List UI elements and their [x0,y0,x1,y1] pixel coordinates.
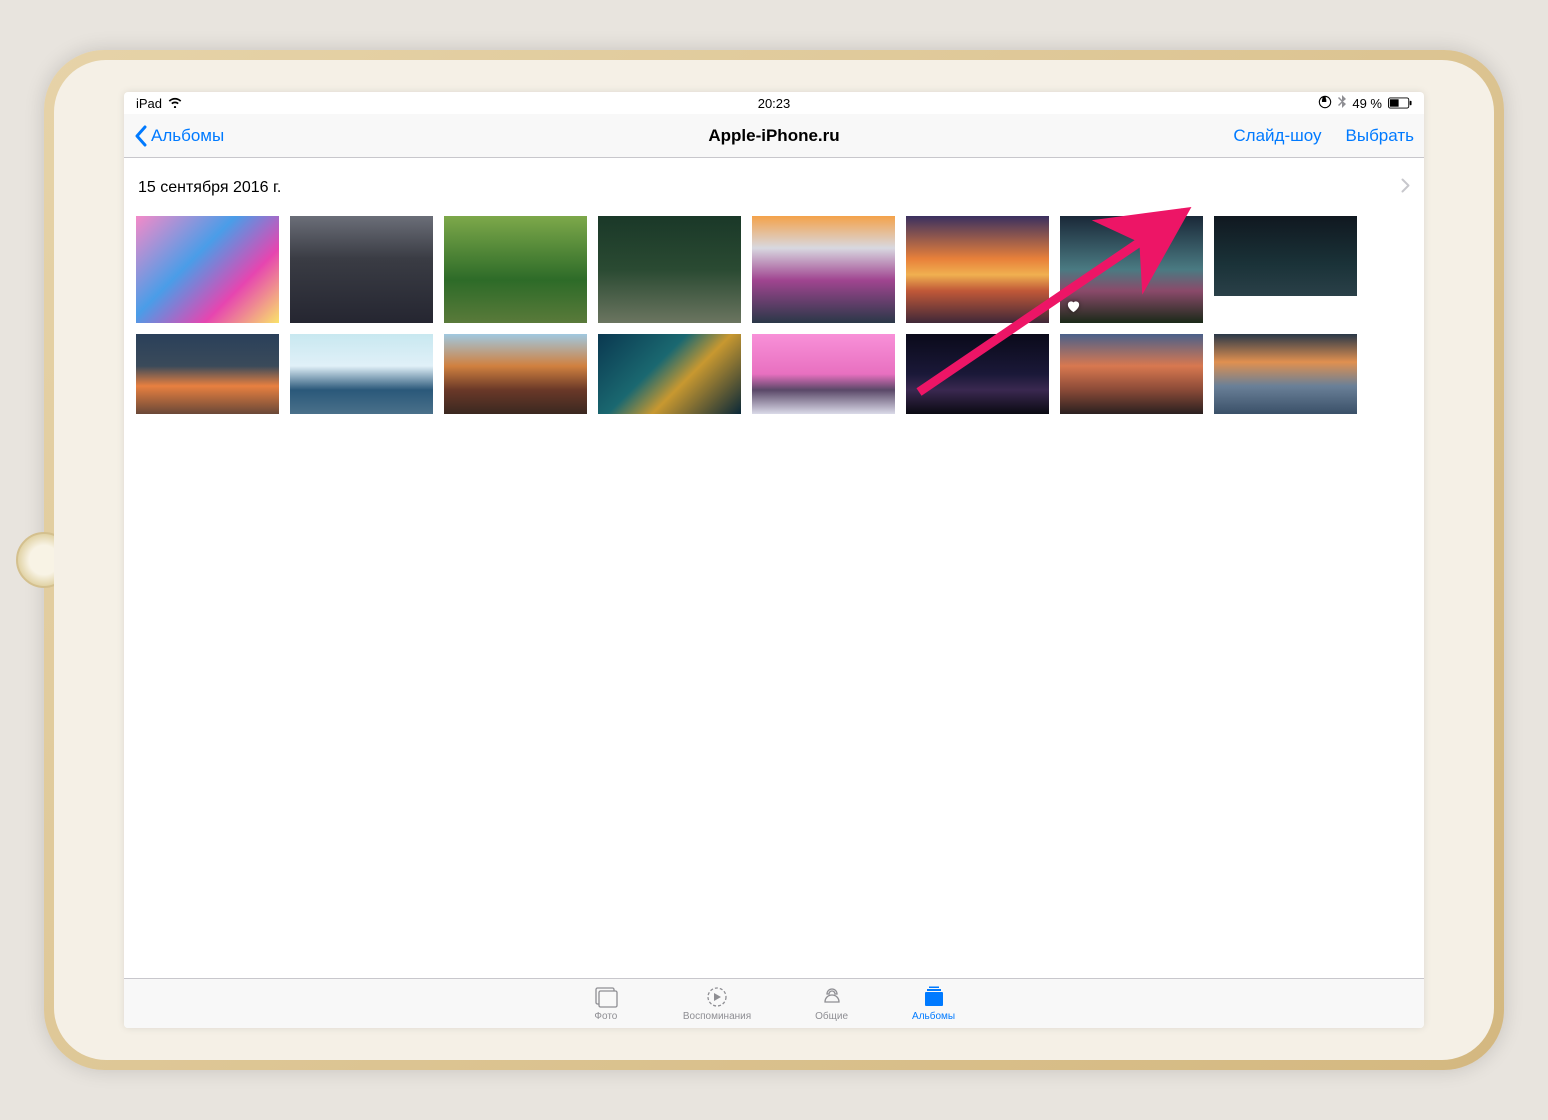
photo-thumbnail[interactable] [906,216,1049,323]
photo-grid [136,216,1412,414]
photo-thumbnail[interactable] [444,334,587,414]
photo-thumbnail[interactable] [906,334,1049,414]
clock: 20:23 [758,96,791,111]
tab-shared[interactable]: Общие [815,985,848,1022]
photo-thumbnail[interactable] [1214,216,1357,296]
photo-thumbnail[interactable] [598,216,741,323]
tab-memories[interactable]: Воспоминания [683,985,751,1022]
tab-label: Альбомы [912,1011,955,1022]
back-label: Альбомы [151,126,224,146]
select-button[interactable]: Выбрать [1346,126,1414,146]
content-area: 15 сентября 2016 г. [124,158,1424,978]
photo-thumbnail[interactable] [1060,334,1203,414]
tab-label: Воспоминания [683,1011,751,1022]
rotation-lock-icon [1318,95,1332,112]
favorite-icon [1066,299,1081,319]
photo-thumbnail[interactable] [136,216,279,323]
photo-thumbnail[interactable] [752,334,895,414]
tab-albums[interactable]: Альбомы [912,985,955,1022]
battery-icon [1388,97,1412,109]
back-button[interactable]: Альбомы [134,125,224,147]
section-date: 15 сентября 2016 г. [138,179,281,197]
photo-thumbnail[interactable] [290,216,433,323]
photo-thumbnail[interactable] [444,216,587,323]
battery-percent: 49 % [1352,96,1382,111]
status-bar: iPad 20:23 49 % [124,92,1424,114]
photo-thumbnail[interactable] [752,216,895,323]
photo-thumbnail[interactable] [1214,334,1357,414]
photo-thumbnail[interactable] [136,334,279,414]
section-header[interactable]: 15 сентября 2016 г. [136,178,1412,216]
chevron-right-icon [1401,178,1410,198]
slideshow-button[interactable]: Слайд-шоу [1233,126,1321,146]
tab-photos[interactable]: Фото [593,985,619,1022]
page-title: Apple-iPhone.ru [708,126,839,146]
photo-thumbnail[interactable] [598,334,741,414]
photo-thumbnail[interactable] [1060,216,1203,323]
wifi-icon [168,96,182,111]
ipad-frame: iPad 20:23 49 % [44,50,1504,1070]
bluetooth-icon [1338,95,1346,111]
screen: iPad 20:23 49 % [124,92,1424,1028]
tab-bar: Фото Воспоминания Общие Альбомы [124,978,1424,1028]
device-label: iPad [136,96,162,111]
photo-thumbnail[interactable] [290,334,433,414]
navigation-bar: Альбомы Apple-iPhone.ru Слайд-шоу Выбрат… [124,114,1424,158]
tab-label: Фото [594,1011,617,1022]
tab-label: Общие [815,1011,848,1022]
